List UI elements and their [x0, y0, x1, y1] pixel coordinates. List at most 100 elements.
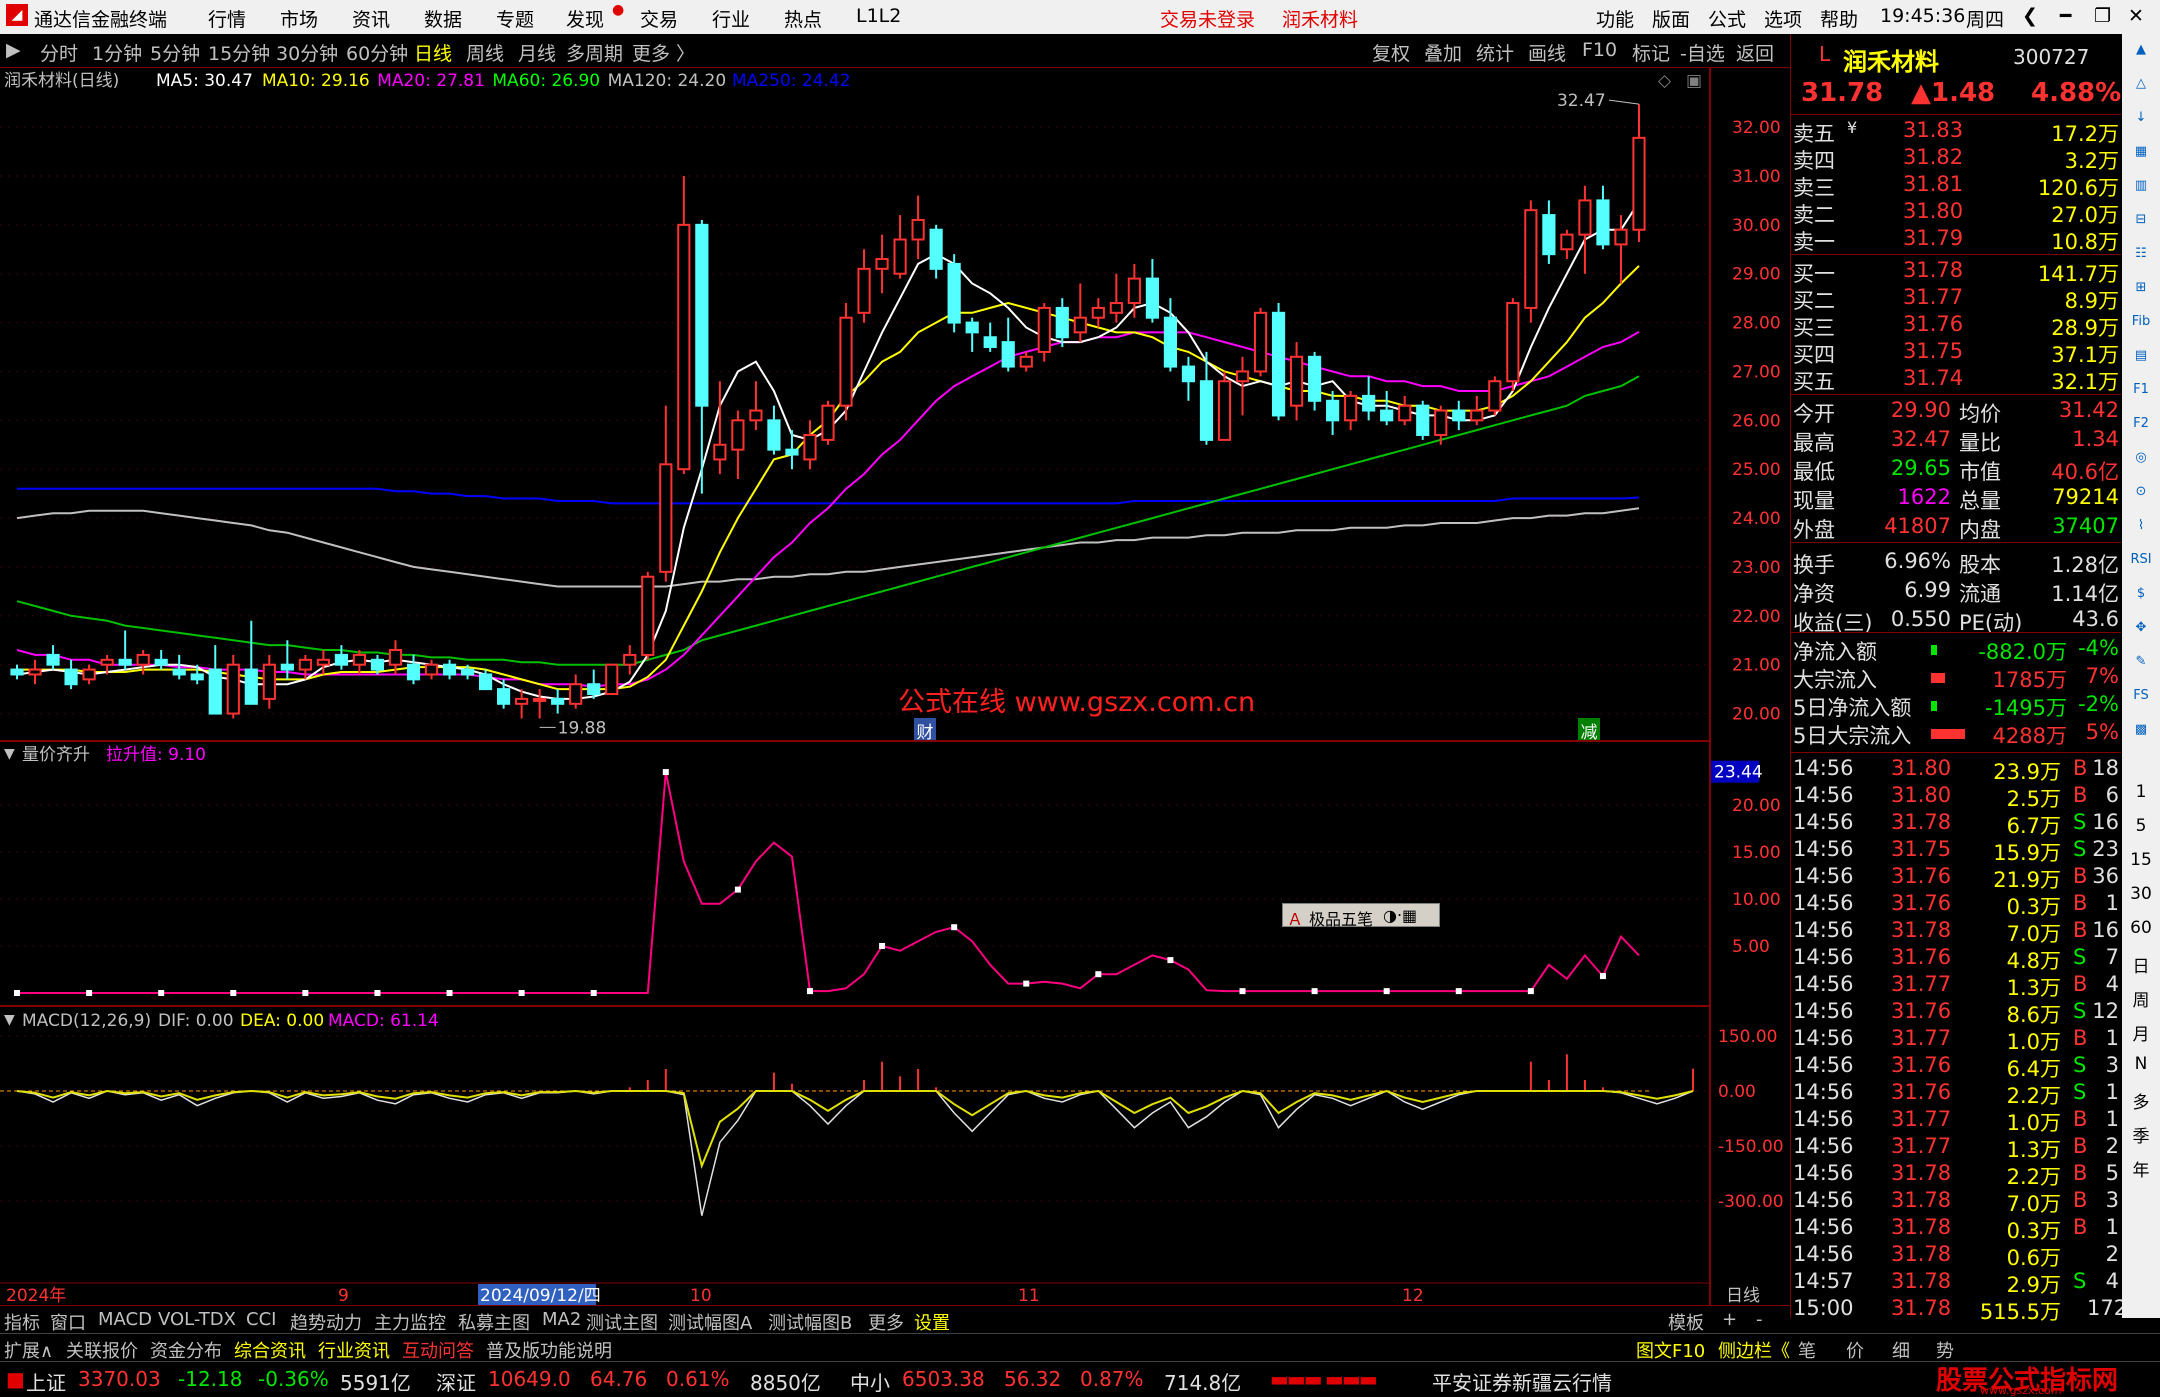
menu-gongneng[interactable]: 功能	[1596, 5, 1634, 32]
toolstrip-icon-9[interactable]: ▤	[2126, 348, 2156, 363]
toolstrip-icon-6[interactable]: ☷	[2126, 246, 2156, 261]
flow-row[interactable]: 大宗流入 1785万 7%	[1791, 664, 2121, 692]
period-tab-8[interactable]: 月线	[518, 39, 556, 66]
tick-row[interactable]: 14:56 31.77 1.3万 B 4	[1791, 972, 2121, 1000]
tick-row[interactable]: 14:56 31.77 1.0万 B 1	[1791, 1026, 2121, 1054]
toolstrip-icon-14[interactable]: ⌇	[2126, 518, 2156, 533]
tick-row[interactable]: 14:56 31.78 7.0万 B 16	[1791, 918, 2121, 946]
chart-tool-4[interactable]: F10	[1582, 39, 1617, 61]
indicator-tab-11[interactable]: 测试幅图B	[768, 1309, 852, 1335]
indicator-tab-4[interactable]: CCI	[246, 1309, 276, 1330]
bottom-right-btn-2[interactable]: -	[1756, 1309, 1763, 1330]
indicator-tab-12[interactable]: 更多	[868, 1309, 904, 1335]
menu-faxian[interactable]: 发现	[566, 5, 604, 32]
toolstrip-icon-10[interactable]: F1	[2126, 382, 2156, 397]
menu-zhuanti[interactable]: 专题	[496, 5, 534, 32]
ask-row[interactable]: 卖二 31.80 27.0万	[1791, 199, 2121, 227]
period-tab-2[interactable]: 5分钟	[150, 39, 200, 66]
stat-row[interactable]: 最低 29.65 市值 40.6亿	[1791, 456, 2121, 484]
menu-gongshi[interactable]: 公式	[1708, 5, 1746, 32]
indicator-tab-8[interactable]: MA2	[542, 1309, 581, 1330]
tick-row[interactable]: 14:56 31.77 1.0万 B 1	[1791, 1107, 2121, 1135]
stat-row[interactable]: 净资 6.99 流通 1.14亿	[1791, 578, 2121, 606]
tick-row[interactable]: 14:56 31.76 21.9万 B 36	[1791, 864, 2121, 892]
tick-row[interactable]: 14:56 31.78 0.6万 2	[1791, 1242, 2121, 1270]
period-quick-4[interactable]: 60	[2126, 918, 2156, 938]
menu-hangqing[interactable]: 行情	[208, 5, 246, 32]
menu-shichang[interactable]: 市场	[280, 5, 318, 32]
menu-l1l2[interactable]: L1L2	[856, 5, 901, 27]
flow-row[interactable]: 5日净流入额 -1495万 -2%	[1791, 692, 2121, 720]
flow-row[interactable]: 净流入额 -882.0万 -4%	[1791, 636, 2121, 664]
bid-row[interactable]: 买四 31.75 37.1万	[1791, 339, 2121, 367]
period-quick-7[interactable]: 月	[2126, 1020, 2156, 1045]
period-tab-7[interactable]: 周线	[466, 39, 504, 66]
chart-tool-3[interactable]: 画线	[1528, 39, 1566, 66]
quote-price-row[interactable]: 31.78 ▲1.48 4.88%	[1791, 78, 2121, 110]
indicator-tab-0[interactable]: 指标	[4, 1309, 40, 1335]
indicator-tab-2[interactable]: MACD	[98, 1309, 152, 1330]
period-quick-11[interactable]: 年	[2126, 1156, 2156, 1181]
stat-row[interactable]: 换手 6.96% 股本 1.28亿	[1791, 549, 2121, 577]
chart-area[interactable]: 32.00 31.00 30.00 29.00 28.00 27.00 26.00 25.00…	[0, 68, 1790, 1305]
period-tab-4[interactable]: 30分钟	[276, 39, 338, 66]
tick-row[interactable]: 14:56 31.80 23.9万 B 18	[1791, 756, 2121, 784]
event-marker-cai[interactable]: 财	[914, 718, 936, 743]
toolstrip-icon-16[interactable]: $	[2126, 586, 2156, 601]
login-status[interactable]: 交易未登录	[1160, 5, 1255, 32]
bid-row[interactable]: 买一 31.78 141.7万	[1791, 258, 2121, 286]
period-tab-0[interactable]: 分时	[40, 39, 78, 66]
bottom-link-6[interactable]: 普及版功能说明	[486, 1337, 612, 1363]
period-quick-0[interactable]: 1	[2126, 782, 2156, 802]
index-zx-label[interactable]: 中小	[850, 1367, 890, 1396]
minimize-icon[interactable]: ━	[2060, 5, 2071, 27]
bid-row[interactable]: 买二 31.77 8.9万	[1791, 285, 2121, 313]
bottom-link-5[interactable]: 互动问答	[402, 1337, 474, 1363]
toolstrip-icon-3[interactable]: ▦	[2126, 144, 2156, 159]
toolstrip-icon-12[interactable]: ◎	[2126, 450, 2156, 465]
toolbar-left-icon[interactable]: ▶	[6, 39, 21, 61]
period-tab-9[interactable]: 多周期	[566, 39, 623, 66]
index-sz-label[interactable]: 深证	[436, 1367, 476, 1396]
tick-row[interactable]: 14:56 31.80 2.5万 B 6	[1791, 783, 2121, 811]
menu-xuanxiang[interactable]: 选项	[1764, 5, 1802, 32]
flow-row[interactable]: 5日大宗流入 4288万 5%	[1791, 720, 2121, 748]
toolstrip-icon-20[interactable]: ▩	[2126, 722, 2156, 737]
toolstrip-icon-19[interactable]: FS	[2126, 688, 2156, 703]
close-icon[interactable]: ✕	[2128, 5, 2144, 27]
bottom-link-2[interactable]: 资金分布	[150, 1337, 222, 1363]
toolstrip-icon-7[interactable]: ⊞	[2126, 280, 2156, 295]
tick-row[interactable]: 14:56 31.76 0.3万 B 1	[1791, 891, 2121, 919]
stat-row[interactable]: 最高 32.47 量比 1.34	[1791, 427, 2121, 455]
period-quick-10[interactable]: 季	[2126, 1122, 2156, 1147]
indicator-tab-1[interactable]: 窗口	[50, 1309, 86, 1335]
chart-tool-6[interactable]: -自选	[1680, 39, 1725, 66]
chart-tool-7[interactable]: 返回	[1736, 39, 1774, 66]
toolstrip-icon-5[interactable]: ⊟	[2126, 212, 2156, 227]
toolstrip-icon-11[interactable]: F2	[2126, 416, 2156, 431]
tick-row[interactable]: 14:56 31.78 6.7万 S 16	[1791, 810, 2121, 838]
chart-tool-2[interactable]: 统计	[1476, 39, 1514, 66]
tick-row[interactable]: 14:56 31.77 1.3万 B 2	[1791, 1134, 2121, 1162]
stat-row[interactable]: 收益(三) 0.550 PE(动) 43.6	[1791, 607, 2121, 635]
index-sh-label[interactable]: 上证	[26, 1367, 66, 1396]
period-quick-1[interactable]: 5	[2126, 816, 2156, 836]
stat-row[interactable]: 现量 1622 总量 79214	[1791, 485, 2121, 513]
tick-row[interactable]: 14:56 31.78 7.0万 B 3	[1791, 1188, 2121, 1216]
period-quick-9[interactable]: 多	[2126, 1088, 2156, 1113]
side-link-2[interactable]: 笔	[1798, 1337, 1816, 1363]
period-tab-6[interactable]: 日线	[414, 39, 452, 66]
tick-row[interactable]: 14:56 31.76 8.6万 S 12	[1791, 999, 2121, 1027]
bottom-link-1[interactable]: 关联报价	[66, 1337, 138, 1363]
bottom-link-0[interactable]: 扩展∧	[4, 1337, 53, 1363]
toolstrip-icon-2[interactable]: ↓	[2126, 110, 2156, 125]
tick-row[interactable]: 15:00 31.78 515.5万 172	[1791, 1296, 2127, 1324]
menu-jiaoyi[interactable]: 交易	[640, 5, 678, 32]
period-quick-2[interactable]: 15	[2126, 850, 2156, 870]
period-tab-10[interactable]: 更多	[632, 39, 670, 66]
indicator-tab-7[interactable]: 私募主图	[458, 1309, 530, 1335]
chart-tool-5[interactable]: 标记	[1632, 39, 1670, 66]
indicator-tab-13[interactable]: 设置	[914, 1309, 950, 1335]
ask-row[interactable]: 卖五 31.83 17.2万	[1791, 118, 2121, 146]
ask-row[interactable]: 卖一 31.79 10.8万	[1791, 226, 2121, 254]
